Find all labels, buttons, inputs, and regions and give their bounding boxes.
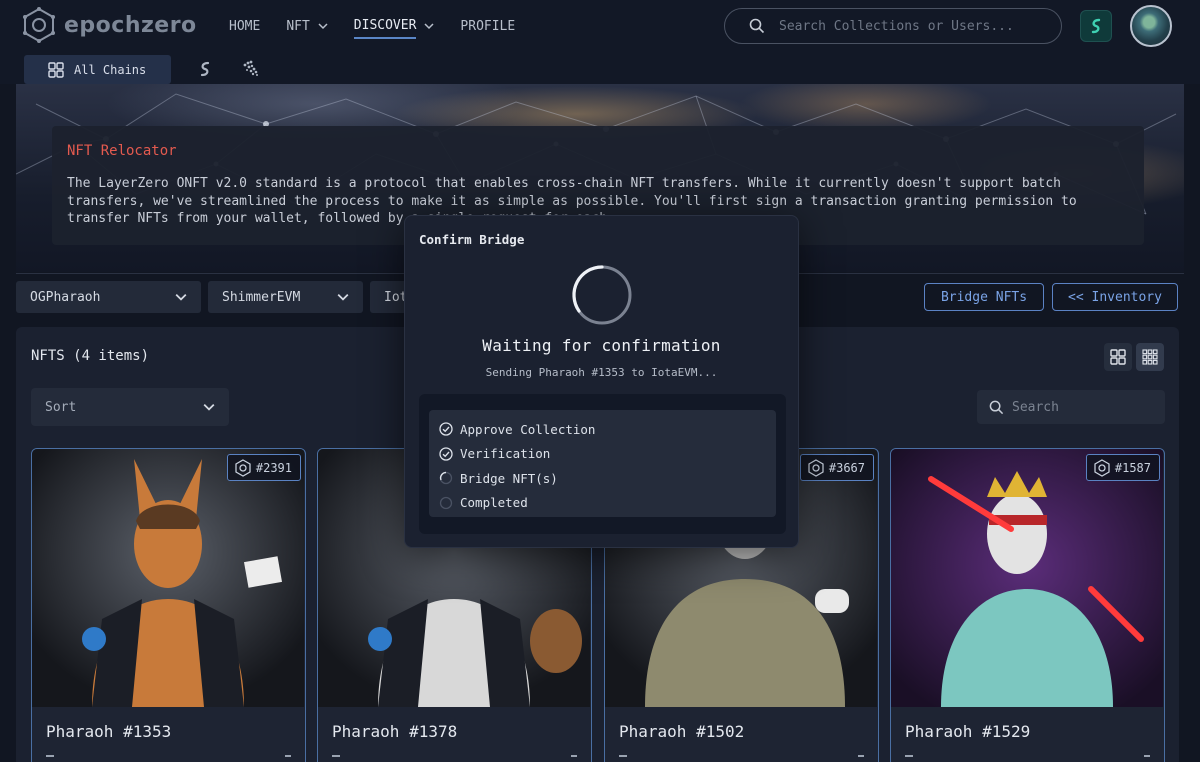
nav-discover[interactable]: DISCOVER: [353, 16, 435, 39]
shimmer-chain-filter-icon[interactable]: [196, 60, 214, 78]
grid-3x3-icon: [1142, 349, 1158, 365]
nft-card[interactable]: #1587 Pharaoh #1529: [890, 448, 1165, 762]
shimmer-chain-button[interactable]: [1080, 10, 1112, 42]
nft-badge: #2391: [226, 454, 301, 481]
step-label: Approve Collection: [460, 421, 596, 437]
epochzero-badge-icon: [1094, 458, 1110, 477]
nft-card[interactable]: #2391 Pharaoh #1353: [31, 448, 306, 762]
chevron-down-icon: [337, 293, 349, 301]
nav-profile[interactable]: PROFILE: [460, 16, 515, 36]
nav-home[interactable]: HOME: [229, 16, 260, 36]
chevron-down-icon: [424, 23, 434, 30]
loading-icon: [439, 472, 453, 485]
chevron-down-icon: [203, 403, 215, 411]
all-chains-label: All Chains: [74, 62, 147, 77]
compact-grid-view-button[interactable]: [1136, 343, 1164, 371]
all-chains-button[interactable]: All Chains: [24, 55, 171, 84]
inventory-button[interactable]: << Inventory: [1052, 283, 1178, 311]
sort-dropdown[interactable]: Sort: [31, 388, 229, 426]
logo[interactable]: epochzero: [22, 7, 197, 43]
nft-badge-number: #2391: [255, 460, 292, 475]
step-label: Bridge NFT(s): [460, 470, 558, 486]
price-placeholder: [285, 755, 291, 757]
status-detail: Sending Pharaoh #1353 to IotaEVM...: [485, 366, 718, 379]
check-circle-icon: [439, 422, 453, 436]
epochzero-badge-icon: [235, 458, 251, 477]
shimmer-icon: [1091, 18, 1101, 34]
steps-list: Approve Collection Verification Bridge N…: [429, 410, 776, 517]
nav-profile-label: PROFILE: [460, 18, 516, 34]
price-placeholder: [905, 755, 913, 757]
check-circle-icon: [439, 447, 453, 461]
loading-spinner-icon: [572, 265, 632, 325]
sort-label: Sort: [45, 399, 77, 415]
bridge-nfts-button[interactable]: Bridge NFTs: [924, 283, 1044, 311]
price-placeholder: [619, 755, 627, 757]
step-label: Completed: [460, 495, 528, 511]
nfts-count-title: NFTS (4 items): [31, 348, 150, 364]
relocator-title: NFT Relocator: [67, 143, 177, 159]
epochzero-badge-icon: [808, 458, 824, 477]
chevron-down-icon: [318, 23, 328, 30]
chain-filter-row: All Chains: [0, 52, 1200, 84]
nft-name: Pharaoh #1378: [332, 722, 458, 741]
modal-title: Confirm Bridge: [419, 232, 525, 247]
nav-nft[interactable]: NFT: [286, 16, 328, 36]
step-bridge-nfts: Bridge NFT(s): [439, 466, 766, 491]
iota-chain-filter-icon[interactable]: [241, 59, 261, 79]
price-placeholder: [332, 755, 340, 757]
epochzero-logo-icon: [23, 7, 55, 43]
top-navigation-bar: epochzero HOME NFT DISCOVER PROFILE: [0, 0, 1200, 52]
nft-image: [891, 449, 1163, 707]
confirm-bridge-modal: Confirm Bridge Waiting for confirmation …: [404, 215, 799, 548]
main-nav: HOME NFT DISCOVER PROFILE: [229, 16, 541, 39]
chevron-down-icon: [175, 293, 187, 301]
price-placeholder: [46, 755, 54, 757]
grid-2x2-icon: [1110, 349, 1126, 365]
steps-container: Approve Collection Verification Bridge N…: [419, 394, 786, 534]
step-label: Verification: [460, 446, 551, 462]
global-search-input[interactable]: [779, 18, 1039, 34]
collection-select[interactable]: OGPharaoh: [16, 281, 201, 313]
nft-badge: #1587: [1085, 454, 1160, 481]
source-chain-select-value: ShimmerEVM: [222, 289, 301, 305]
logo-text: epochzero: [64, 12, 197, 38]
nft-badge-number: #3667: [828, 460, 865, 475]
nav-discover-label: DISCOVER: [353, 18, 417, 39]
collection-select-value: OGPharaoh: [30, 289, 101, 305]
nav-home-label: HOME: [229, 18, 261, 34]
search-icon: [749, 18, 765, 34]
search-icon: [989, 400, 1004, 414]
price-placeholder: [858, 755, 864, 757]
status-text: Waiting for confirmation: [482, 336, 721, 355]
grid-icon: [48, 61, 64, 78]
nft-name: Pharaoh #1353: [46, 722, 172, 741]
nft-badge-number: #1587: [1114, 460, 1151, 475]
price-placeholder: [571, 755, 577, 757]
price-placeholder: [1144, 755, 1150, 757]
step-verification: Verification: [439, 442, 766, 467]
nav-nft-label: NFT: [286, 18, 310, 34]
large-grid-view-button[interactable]: [1104, 343, 1132, 371]
nft-badge: #3667: [799, 454, 874, 481]
global-search[interactable]: [724, 8, 1062, 44]
empty-circle-icon: [439, 496, 453, 509]
source-chain-select[interactable]: ShimmerEVM: [208, 281, 363, 313]
avatar[interactable]: [1130, 5, 1172, 47]
step-completed: Completed: [439, 491, 766, 516]
step-approve-collection: Approve Collection: [439, 417, 766, 442]
nft-image: [32, 449, 304, 707]
nft-search-input[interactable]: [1012, 399, 1152, 415]
nft-name: Pharaoh #1502: [619, 722, 745, 741]
nft-name: Pharaoh #1529: [905, 722, 1031, 741]
nft-search[interactable]: [977, 390, 1165, 424]
